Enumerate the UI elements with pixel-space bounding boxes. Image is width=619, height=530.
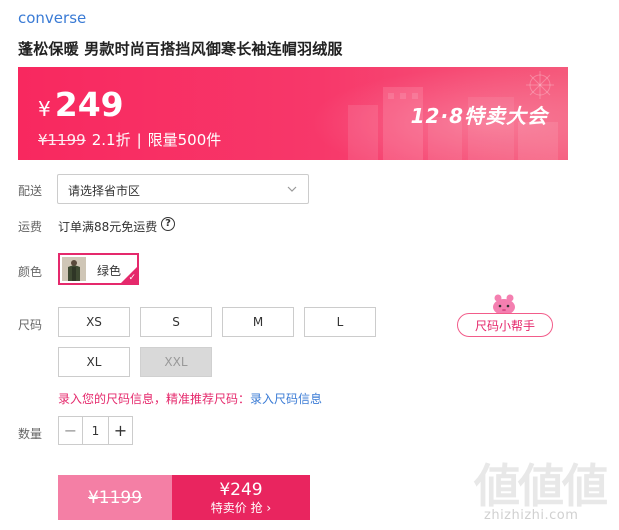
region-select[interactable]: 请选择省市区 bbox=[57, 174, 309, 204]
original-price-button[interactable]: ¥1199 bbox=[58, 475, 172, 520]
size-option-m[interactable]: M bbox=[222, 307, 294, 337]
quantity-increase-button[interactable]: + bbox=[109, 417, 132, 444]
question-circle-icon[interactable]: ? bbox=[161, 217, 175, 231]
shipping-label: 运费 bbox=[18, 220, 43, 234]
quantity-value[interactable]: 1 bbox=[82, 417, 109, 444]
delivery-label: 配送 bbox=[18, 184, 43, 198]
size-option-xs[interactable]: XS bbox=[58, 307, 130, 337]
size-option-xxl: XXL bbox=[140, 347, 212, 377]
buy-button-group: ¥1199 ¥249 特卖价 抢 › bbox=[58, 475, 310, 520]
size-option-s[interactable]: S bbox=[140, 307, 212, 337]
check-icon: ✓ bbox=[128, 273, 136, 283]
buy-price: ¥249 bbox=[219, 479, 263, 500]
buy-action-label: 特卖价 抢 › bbox=[210, 500, 272, 515]
brand-name[interactable]: converse bbox=[18, 9, 86, 27]
event-title: 12·8特卖大会 bbox=[410, 104, 548, 128]
watermark-domain: zhizhizhi.com bbox=[484, 508, 579, 523]
chevron-down-icon bbox=[287, 186, 297, 192]
enter-size-link[interactable]: 录入尺码信息 bbox=[250, 392, 322, 406]
region-select-value: 请选择省市区 bbox=[68, 184, 141, 198]
buy-now-button[interactable]: ¥249 特卖价 抢 › bbox=[172, 475, 310, 520]
shipping-text: 订单满88元免运费 bbox=[58, 220, 158, 234]
product-thumbnail bbox=[62, 257, 86, 281]
size-option-l[interactable]: L bbox=[304, 307, 376, 337]
limit-text: 限量500件 bbox=[147, 131, 222, 149]
product-title: 蓬松保暖 男款时尚百搭挡风御寒长袖连帽羽绒服 bbox=[18, 40, 343, 58]
separator: | bbox=[136, 130, 142, 149]
quantity-stepper: − 1 + bbox=[58, 416, 133, 445]
color-label: 颜色 bbox=[18, 265, 43, 279]
original-price: ¥1199 bbox=[38, 130, 86, 149]
color-option-label: 绿色 bbox=[97, 264, 122, 278]
size-label: 尺码 bbox=[18, 318, 43, 332]
watermark-logo: 値値値 zhizhizhi.com bbox=[470, 450, 619, 530]
currency-symbol: ¥ bbox=[38, 97, 51, 121]
size-tip-text: 录入您的尺码信息，精准推荐尺码： bbox=[58, 392, 251, 406]
watermark-glyphs: 値値値 bbox=[474, 459, 608, 513]
size-helper-button[interactable]: 尺码小帮手 bbox=[457, 313, 553, 337]
discount-text: 2.1折 bbox=[91, 131, 131, 149]
size-option-xl[interactable]: XL bbox=[58, 347, 130, 377]
color-option-green[interactable]: 绿色 ✓ bbox=[58, 253, 139, 285]
banner-price: ¥ 249 bbox=[38, 85, 124, 124]
quantity-decrease-button[interactable]: − bbox=[59, 417, 82, 444]
banner-price-details: ¥1199 2.1折 | 限量500件 bbox=[38, 129, 221, 150]
size-tip: 录入您的尺码信息，精准推荐尺码：录入尺码信息 bbox=[58, 390, 322, 407]
quantity-label: 数量 bbox=[18, 427, 43, 441]
promo-banner: ¥ 249 ¥1199 2.1折 | 限量500件 12·8特卖大会 bbox=[18, 67, 568, 160]
sale-price: 249 bbox=[54, 85, 124, 124]
